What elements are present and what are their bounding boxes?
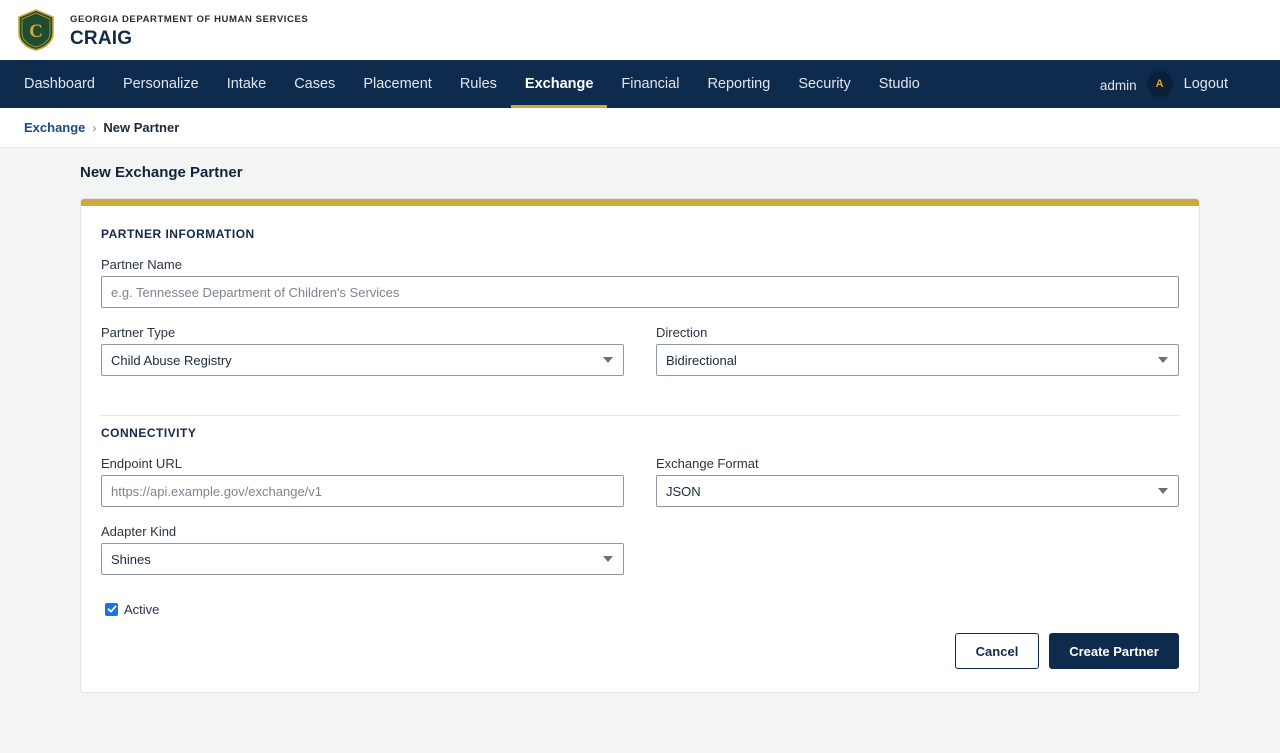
breadcrumb: Exchange › New Partner (0, 108, 1280, 148)
nav-item-studio[interactable]: Studio (865, 60, 934, 108)
create-partner-button[interactable]: Create Partner (1049, 633, 1179, 669)
endpoint-url-input[interactable] (101, 475, 624, 507)
direction-label: Direction (656, 325, 708, 340)
chevron-down-icon (1158, 488, 1168, 494)
active-checkbox-label: Active (124, 602, 160, 617)
nav-item-financial[interactable]: Financial (607, 60, 693, 108)
breadcrumb-separator: › (92, 120, 97, 135)
nav-item-cases[interactable]: Cases (280, 60, 349, 108)
exchange-format-select[interactable]: JSON (656, 475, 1179, 507)
adapter-kind-label: Adapter Kind (101, 524, 177, 539)
endpoint-url-label: Endpoint URL (101, 456, 182, 471)
partner-form-card: PARTNER INFORMATION Partner Name Partner… (80, 198, 1200, 693)
section-title-connectivity: CONNECTIVITY (101, 426, 197, 440)
cancel-button[interactable]: Cancel (955, 633, 1039, 669)
partner-type-value: Child Abuse Registry (111, 352, 232, 368)
section-title-partner-information: PARTNER INFORMATION (101, 227, 255, 241)
nav-user-area: admin A Logout (1100, 60, 1228, 108)
direction-select[interactable]: Bidirectional (656, 344, 1179, 376)
nav-item-exchange[interactable]: Exchange (510, 60, 608, 108)
app-header: C GEORGIA DEPARTMENT OF HUMAN SERVICES C… (0, 0, 1280, 60)
partner-type-label: Partner Type (101, 325, 176, 340)
chevron-down-icon (603, 556, 613, 562)
nav-item-rules[interactable]: Rules (446, 60, 511, 108)
nav-item-placement[interactable]: Placement (349, 60, 446, 108)
chevron-down-icon (603, 357, 613, 363)
card-accent-bar (81, 199, 1199, 206)
nav-item-dashboard[interactable]: Dashboard (10, 60, 109, 108)
section-divider (101, 415, 1179, 416)
checkmark-icon (107, 605, 116, 613)
active-checkbox[interactable] (105, 602, 118, 616)
nav-item-personalize[interactable]: Personalize (109, 60, 213, 108)
logout-link[interactable]: Logout (1184, 76, 1228, 92)
nav-username: admin (1099, 78, 1137, 93)
nav-item-reporting[interactable]: Reporting (693, 60, 784, 108)
adapter-kind-select[interactable]: Shines (101, 543, 624, 575)
exchange-format-value: JSON (666, 483, 701, 499)
nav-item-intake[interactable]: Intake (213, 60, 281, 108)
georgia-seal-logo: C (18, 9, 54, 51)
department-name: GEORGIA DEPARTMENT OF HUMAN SERVICES (70, 13, 309, 25)
seal-letter: C (29, 21, 43, 42)
partner-name-input[interactable] (101, 276, 1179, 308)
breadcrumb-exchange-link[interactable]: Exchange (24, 120, 85, 135)
page-title: New Exchange Partner (80, 164, 243, 181)
partner-type-select[interactable]: Child Abuse Registry (101, 344, 624, 376)
org-title: GEORGIA DEPARTMENT OF HUMAN SERVICES CRA… (70, 11, 308, 50)
avatar[interactable]: A (1146, 71, 1173, 97)
direction-value: Bidirectional (666, 352, 737, 368)
app-name: CRAIG (70, 27, 133, 49)
exchange-format-label: Exchange Format (656, 456, 759, 471)
active-checkbox-row: Active (105, 601, 159, 617)
adapter-kind-value: Shines (111, 551, 151, 567)
nav-items: Dashboard Personalize Intake Cases Placement… (10, 60, 934, 108)
chevron-down-icon (1158, 357, 1168, 363)
partner-name-label: Partner Name (101, 257, 182, 272)
nav-item-security[interactable]: Security (784, 60, 864, 108)
breadcrumb-current: New Partner (103, 120, 180, 135)
main-nav: Dashboard Personalize Intake Cases Placement… (0, 60, 1280, 108)
